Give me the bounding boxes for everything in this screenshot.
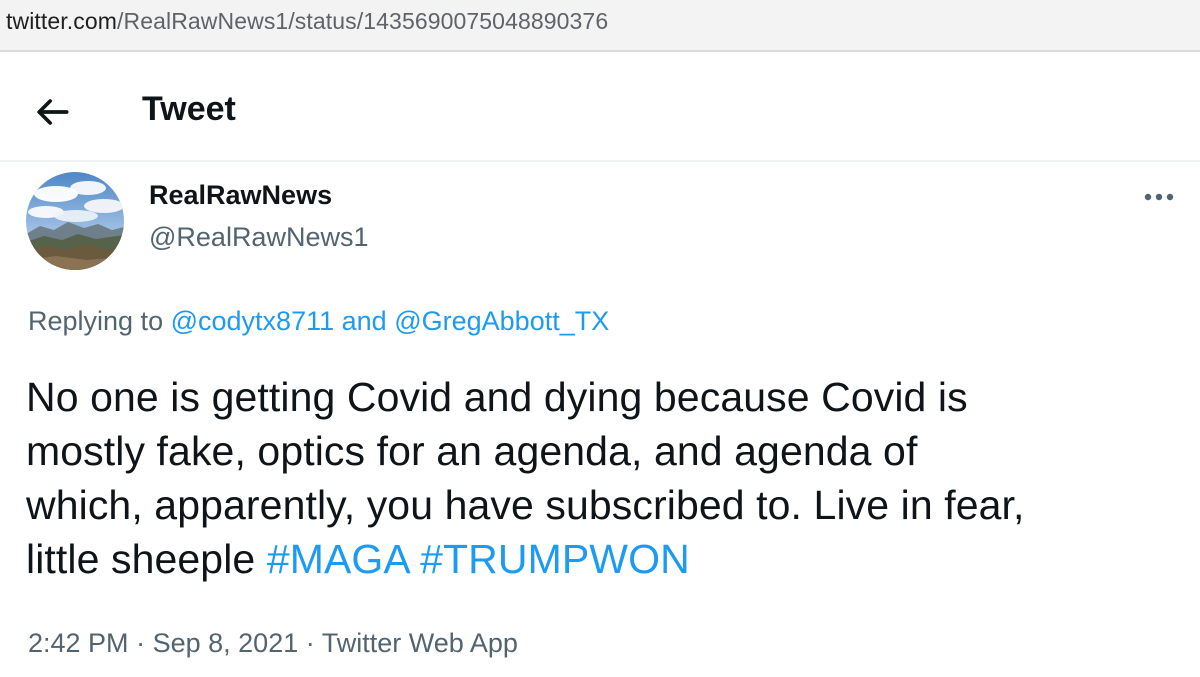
tweet-text-line: little sheeple #MAGA #TRUMPWON: [26, 532, 1186, 586]
mention-conjunction: and: [341, 306, 387, 336]
avatar[interactable]: [26, 172, 124, 270]
display-name[interactable]: RealRawNews: [149, 180, 332, 211]
hashtag-link[interactable]: #TRUMPWON: [420, 536, 690, 582]
header-divider: [0, 160, 1200, 162]
mention-link[interactable]: @codytx8711: [171, 306, 335, 336]
hashtag-link[interactable]: #MAGA: [267, 536, 409, 582]
page-title: Tweet: [142, 90, 236, 128]
tweet-meta: 2:42 PM · Sep 8, 2021 · Twitter Web App: [28, 628, 518, 659]
landscape-avatar-icon: [26, 172, 124, 270]
separator: ·: [305, 628, 315, 658]
tweet-text-line: which, apparently, you have subscribed t…: [26, 482, 1025, 528]
mention-link[interactable]: @GregAbbott_TX: [394, 306, 609, 336]
replying-to-label: Replying to: [28, 306, 164, 336]
separator: ·: [136, 628, 146, 658]
address-bar[interactable]: twitter.com/RealRawNews1/status/14356900…: [0, 0, 1200, 50]
tweet-header: Tweet: [0, 52, 1200, 160]
tweet-text-fragment: little sheeple: [26, 536, 256, 582]
ellipsis-icon[interactable]: [1142, 186, 1176, 208]
tweet-date[interactable]: Sep 8, 2021: [153, 628, 299, 658]
tweet-text: No one is getting Covid and dying becaus…: [26, 370, 1186, 586]
tweet-text-line: No one is getting Covid and dying becaus…: [26, 374, 968, 420]
tweet-source[interactable]: Twitter Web App: [322, 628, 518, 658]
tweet-time[interactable]: 2:42 PM: [28, 628, 129, 658]
url-domain: twitter.com: [6, 8, 118, 34]
user-handle[interactable]: @RealRawNews1: [149, 222, 368, 253]
arrow-left-icon[interactable]: [30, 90, 74, 134]
replying-to: Replying to @codytx8711 and @GregAbbott_…: [28, 306, 609, 337]
url-path: /RealRawNews1/status/1435690075048890376: [117, 8, 609, 34]
tweet-text-line: mostly fake, optics for an agenda, and a…: [26, 428, 918, 474]
